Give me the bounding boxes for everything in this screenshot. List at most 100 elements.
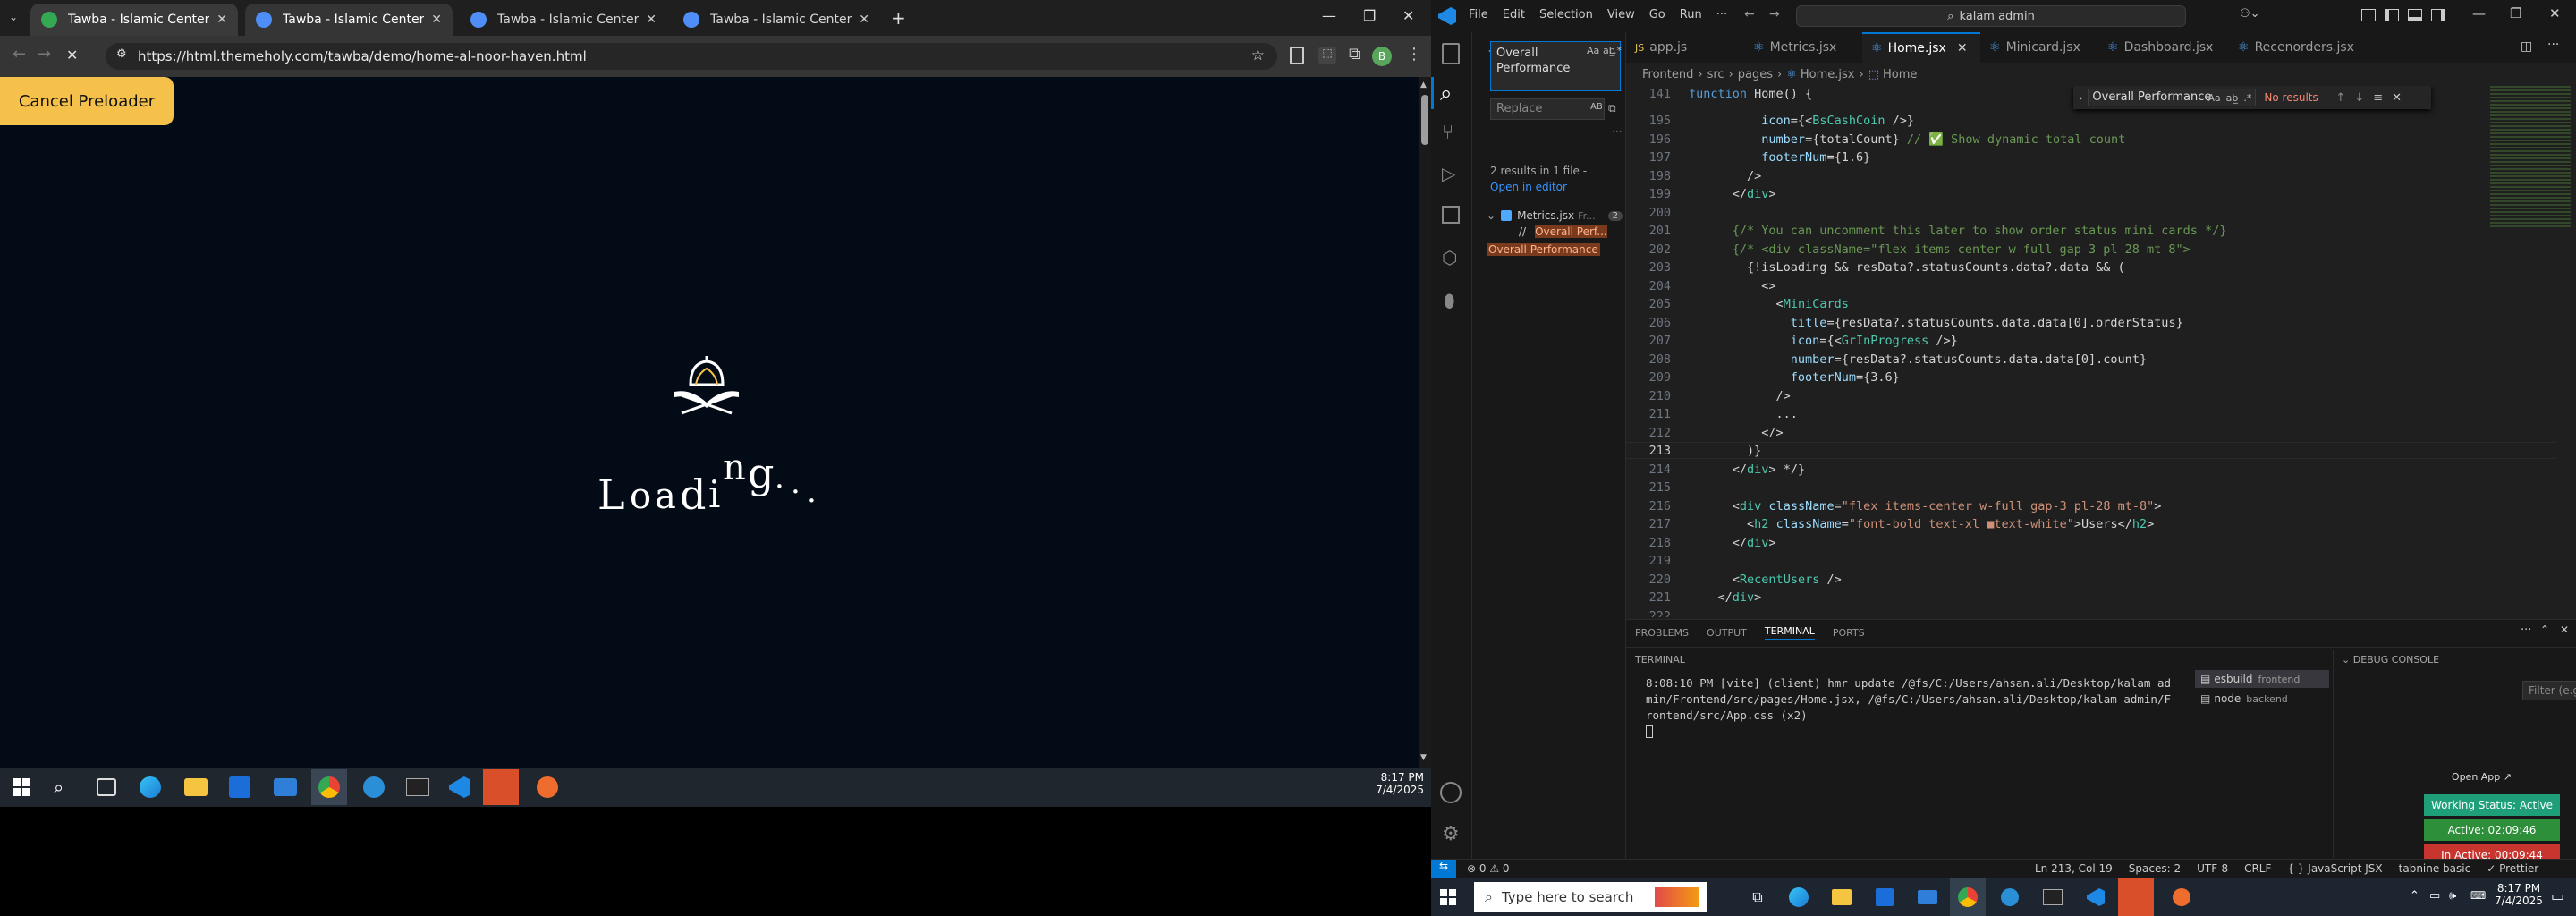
app-icon[interactable]	[2118, 878, 2154, 916]
toggle-secondary-sidebar-icon[interactable]	[2431, 9, 2445, 21]
tabnine-icon[interactable]: ⬮	[1444, 290, 1455, 311]
browser-tab[interactable]: Tawba - Islamic Center HTML Te✕	[673, 4, 880, 36]
editor-more-icon[interactable]: ···	[2547, 38, 2559, 52]
code-editor[interactable]: 141 function Home() {195 icon={<BsCashCoi…	[1626, 86, 2576, 617]
code-line[interactable]: 221 </div>	[1626, 589, 2556, 606]
stop-icon[interactable]: ✕	[66, 47, 78, 64]
tab-minicard[interactable]: ⚛ Minicard.jsx	[1980, 32, 2098, 63]
code-line[interactable]: 197 footerNum={1.6}	[1626, 149, 2556, 166]
cancel-preloader-button[interactable]: Cancel Preloader	[0, 77, 174, 125]
accounts-icon[interactable]	[1440, 782, 1462, 803]
panel-tab-ports[interactable]: PORTS	[1833, 627, 1865, 639]
close-icon[interactable]: ✕	[2392, 91, 2402, 105]
tab-metrics[interactable]: ⚛ Metrics.jsx	[1744, 32, 1862, 63]
indentation[interactable]: Spaces: 2	[2129, 862, 2181, 875]
profile-avatar[interactable]: B	[1372, 47, 1392, 66]
match-case-icon[interactable]: Aa	[2207, 92, 2220, 104]
code-line[interactable]: 210 />	[1626, 388, 2556, 405]
tab-search-icon[interactable]: ⌄	[9, 11, 18, 23]
replace-input[interactable]: Replace	[1490, 98, 1605, 120]
windows-start-icon[interactable]	[13, 778, 30, 796]
mail-icon[interactable]	[1914, 878, 1941, 916]
menu-run[interactable]: Run	[1680, 8, 1702, 21]
code-line[interactable]: 207 icon={<GrInProgress />}	[1626, 333, 2556, 350]
extension-icon[interactable]	[1290, 47, 1304, 64]
store-icon[interactable]	[1871, 878, 1898, 916]
split-editor-icon[interactable]: ◫	[2521, 39, 2532, 54]
file-explorer-icon[interactable]	[1828, 878, 1855, 916]
extensions-icon[interactable]	[1442, 206, 1460, 224]
search-input[interactable]: Overall Performance	[1490, 41, 1621, 91]
debug-filter-input[interactable]: Filter (e.g. text, !exclude, \escape)	[2522, 681, 2576, 700]
notifications-icon[interactable]: ▭	[2551, 887, 2564, 904]
regex-icon[interactable]: .*	[1614, 45, 1622, 56]
source-control-icon[interactable]: ⑂	[1442, 122, 1453, 144]
mail-icon[interactable]	[274, 778, 297, 796]
site-info-icon[interactable]: ⚙	[116, 47, 127, 61]
language-mode[interactable]: { } JavaScript JSX	[2287, 862, 2382, 875]
toggle-replace-icon[interactable]: ›	[2079, 92, 2082, 104]
volume-icon[interactable]: 🕪	[2449, 889, 2456, 903]
chrome-icon[interactable]	[1950, 878, 1986, 916]
terminal-item-frontend[interactable]: ▤ esbuild frontend	[2195, 670, 2329, 688]
edge-icon[interactable]	[140, 776, 161, 798]
postman-icon[interactable]	[537, 776, 558, 798]
store-icon[interactable]	[229, 776, 250, 798]
extensions-puzzle-icon[interactable]: ⧉	[1349, 45, 1360, 64]
minimize-icon[interactable]: —	[1322, 7, 1336, 24]
code-line[interactable]: 218 </div>	[1626, 535, 2556, 552]
menu-view[interactable]: View	[1607, 8, 1635, 21]
nav-forward-icon[interactable]: →	[1769, 7, 1780, 21]
code-line[interactable]: 202 {/* <div className="flex items-cente…	[1626, 242, 2556, 259]
menu-file[interactable]: File	[1469, 8, 1488, 21]
minimize-icon[interactable]: —	[2472, 5, 2486, 21]
close-icon[interactable]: ✕	[859, 13, 869, 27]
taskbar-search-input[interactable]: ⌕ Type here to search	[1474, 882, 1707, 912]
page-scrollbar[interactable]: ▲ ▼	[1419, 77, 1431, 768]
next-match-icon[interactable]: ↓	[2354, 91, 2364, 105]
app-icon[interactable]	[1996, 878, 2023, 916]
encoding[interactable]: UTF-8	[2197, 862, 2228, 875]
result-match[interactable]: Overall Performance	[1487, 243, 1600, 256]
replace-all-icon[interactable]: ⧉	[1608, 102, 1616, 115]
code-line[interactable]: 208 number={resData?.statusCounts.data.d…	[1626, 352, 2556, 369]
chrome-taskbar-active[interactable]	[311, 769, 347, 805]
copilot-icon[interactable]: ⚇⌄	[2240, 7, 2260, 21]
edge-icon[interactable]	[1785, 878, 1812, 916]
scrollbar-thumb[interactable]	[1421, 95, 1428, 145]
code-line[interactable]: 199 </div>	[1626, 186, 2556, 203]
panel-tab-output[interactable]: OUTPUT	[1707, 627, 1747, 639]
preserve-case-icon[interactable]: AB	[1590, 102, 1603, 112]
toggle-sidebar-icon[interactable]	[2385, 9, 2399, 21]
cursor-position[interactable]: Ln 213, Col 19	[2035, 862, 2113, 875]
back-icon[interactable]: ←	[13, 45, 26, 64]
windows-start-icon[interactable]	[1435, 878, 1462, 916]
layout-icon[interactable]	[2361, 9, 2376, 21]
keyboard-icon[interactable]: ⌨	[2470, 889, 2486, 902]
remote-indicator-icon[interactable]: ⇆	[1431, 860, 1456, 878]
maximize-panel-icon[interactable]: ⌃	[2540, 623, 2549, 636]
tabnine-status[interactable]: tabnine basic	[2399, 862, 2471, 875]
app-icon[interactable]	[363, 776, 385, 798]
scroll-up-icon[interactable]: ▲	[1420, 81, 1427, 89]
minimap[interactable]	[2490, 86, 2574, 617]
vscode-icon[interactable]	[449, 776, 470, 798]
find-in-selection-icon[interactable]: ≡	[2373, 91, 2383, 105]
restore-icon[interactable]: ❐	[1363, 7, 1376, 24]
code-line[interactable]: 196 number={totalCount} // ✅ Show dynami…	[1626, 131, 2556, 148]
close-window-icon[interactable]: ✕	[2549, 5, 2561, 21]
menu-more[interactable]: ···	[1716, 8, 1727, 21]
toggle-panel-icon[interactable]	[2408, 9, 2422, 21]
postman-icon[interactable]	[2168, 878, 2195, 916]
code-line[interactable]: 203 {!isLoading && resData?.statusCounts…	[1626, 259, 2556, 276]
code-line[interactable]: 206 title={resData?.statusCounts.data.da…	[1626, 315, 2556, 332]
close-icon[interactable]: ✕	[431, 13, 442, 27]
code-line[interactable]: 219	[1626, 553, 2556, 570]
code-line[interactable]: 222	[1626, 608, 2556, 618]
whole-word-icon[interactable]: ab̲	[2226, 92, 2239, 104]
bookmark-star-icon[interactable]: ☆	[1251, 47, 1265, 64]
new-tab-icon[interactable]: +	[891, 7, 906, 29]
code-line[interactable]: 198 />	[1626, 168, 2556, 185]
search-icon[interactable]: ⌕	[54, 776, 64, 798]
code-line[interactable]: 209 footerNum={3.6}	[1626, 369, 2556, 386]
